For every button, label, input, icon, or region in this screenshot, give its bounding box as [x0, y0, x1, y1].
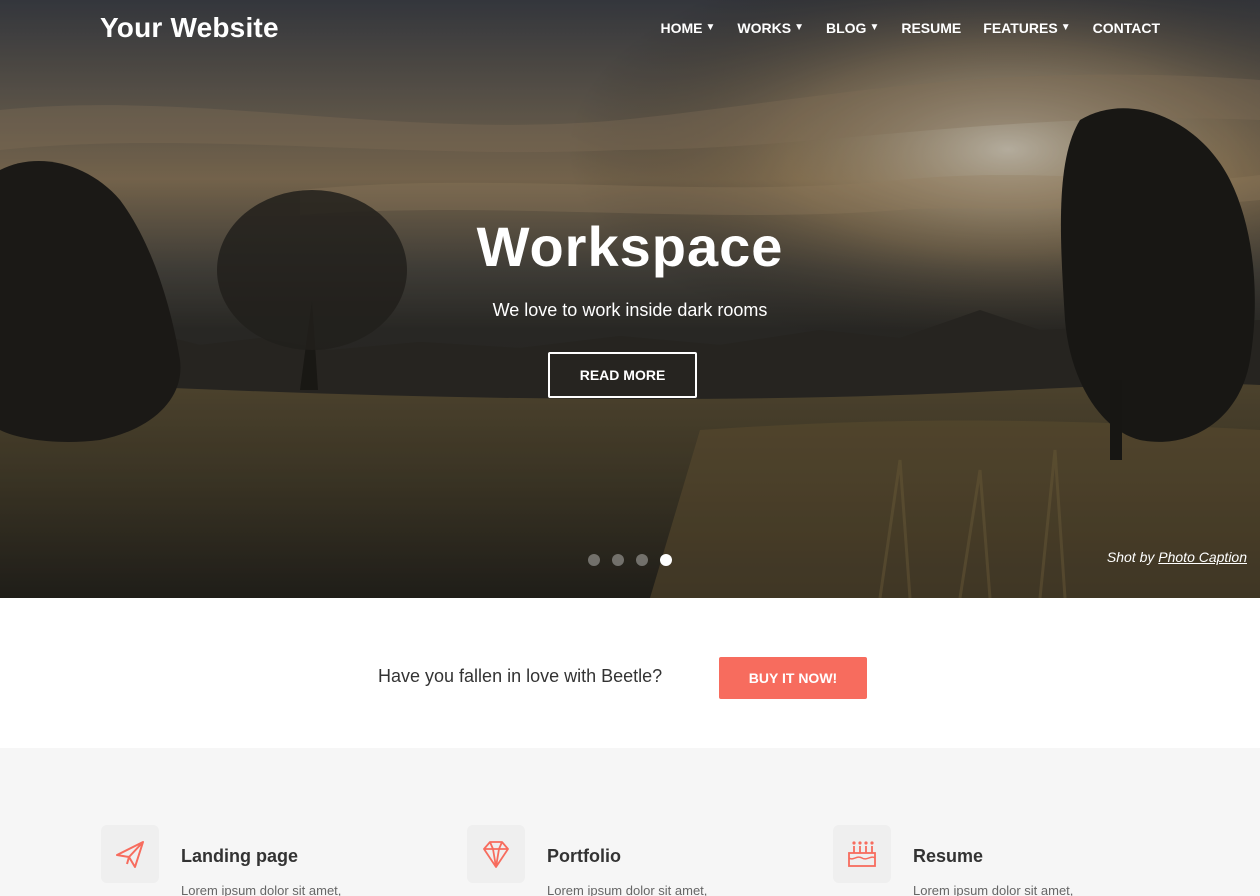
- nav-item-label: HOME: [660, 20, 703, 36]
- nav-item-home[interactable]: HOME ▼: [661, 20, 716, 36]
- photo-caption: Shot by Photo Caption: [1107, 549, 1247, 565]
- nav-item-label: RESUME: [901, 20, 962, 36]
- feature-landing-page: Landing page Lorem ipsum dolor sit amet,: [101, 825, 421, 896]
- hero-title: Workspace: [476, 215, 784, 278]
- slider-dot-3[interactable]: [636, 554, 648, 566]
- chevron-down-icon: ▼: [1060, 21, 1071, 33]
- chevron-down-icon: ▼: [794, 21, 804, 33]
- main-nav: HOME ▼ WORKS ▼ BLOG ▼ RESUME FEATURES ▼ …: [661, 20, 1160, 36]
- nav-item-works[interactable]: WORKS ▼: [737, 20, 804, 36]
- cake-icon: [833, 825, 891, 883]
- feature-description: Lorem ipsum dolor sit amet,: [913, 883, 1074, 896]
- feature-portfolio: Portfolio Lorem ipsum dolor sit amet,: [467, 825, 787, 896]
- slider-pagination: [588, 554, 672, 566]
- hero-subtitle: We love to work inside dark rooms: [492, 300, 768, 320]
- hero-overlay: [0, 0, 1260, 598]
- read-more-button[interactable]: READ MORE: [548, 352, 697, 398]
- slider-dot-1[interactable]: [588, 554, 600, 566]
- diamond-icon: [467, 825, 525, 883]
- nav-item-label: FEATURES: [983, 20, 1058, 36]
- caption-link[interactable]: Photo Caption: [1158, 549, 1247, 565]
- feature-title: Resume: [913, 846, 984, 866]
- cta-text: Have you fallen in love with Beetle?: [378, 666, 663, 686]
- slider-dot-4[interactable]: [660, 554, 672, 566]
- chevron-down-icon: ▼: [869, 21, 880, 33]
- site-logo[interactable]: Your Website: [100, 12, 279, 44]
- nav-item-label: WORKS: [737, 20, 792, 36]
- paper-plane-icon: [101, 825, 159, 883]
- feature-resume: Resume Lorem ipsum dolor sit amet,: [833, 825, 1153, 896]
- nav-item-blog[interactable]: BLOG ▼: [826, 20, 879, 36]
- nav-item-contact[interactable]: CONTACT: [1093, 20, 1160, 36]
- nav-item-label: BLOG: [826, 20, 867, 36]
- chevron-down-icon: ▼: [705, 21, 716, 33]
- hero-slider: Your Website HOME ▼ WORKS ▼ BLOG ▼ RESUM…: [0, 0, 1260, 598]
- buy-now-button[interactable]: BUY IT NOW!: [719, 657, 867, 699]
- slider-dot-2[interactable]: [612, 554, 624, 566]
- nav-item-label: CONTACT: [1092, 20, 1160, 36]
- feature-description: Lorem ipsum dolor sit amet,: [547, 883, 708, 896]
- feature-description: Lorem ipsum dolor sit amet,: [181, 883, 342, 896]
- nav-item-resume[interactable]: RESUME: [901, 20, 961, 36]
- feature-title: Landing page: [181, 846, 298, 866]
- nav-item-features[interactable]: FEATURES ▼: [983, 20, 1070, 36]
- feature-title: Portfolio: [547, 846, 621, 866]
- caption-prefix: Shot by: [1106, 549, 1155, 565]
